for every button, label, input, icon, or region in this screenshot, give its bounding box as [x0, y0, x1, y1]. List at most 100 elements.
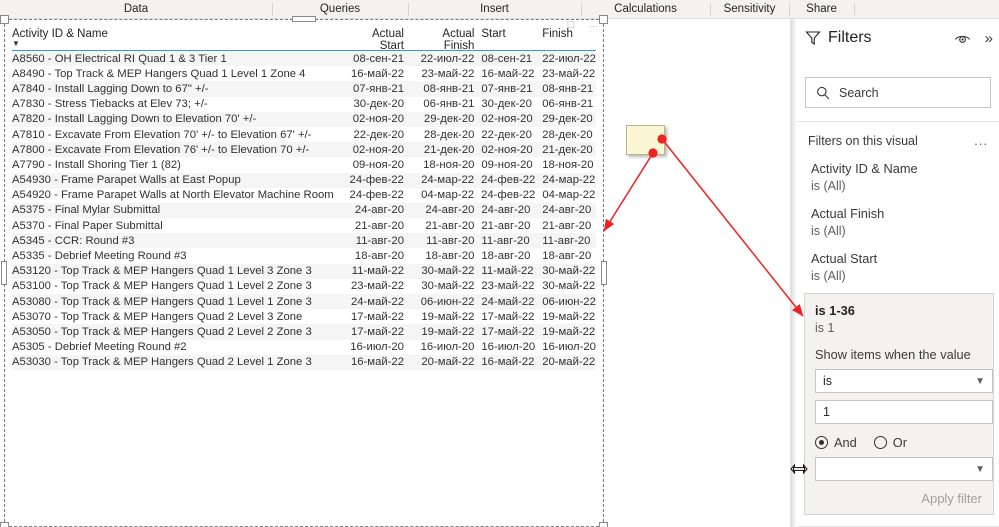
filter-card-subtitle: is 1 — [815, 321, 835, 335]
report-canvas[interactable]: ☐ ··· Activity ID & Name ▼ Actual Start … — [0, 15, 790, 527]
table-row[interactable]: A53030 - Top Track & MEP Hangers Quad 2 … — [12, 354, 596, 370]
cell-finish: 06-июн-22 — [542, 295, 596, 308]
cell-actual-start: 09-ноя-20 — [352, 158, 404, 171]
section-more-icon[interactable]: ... — [974, 133, 988, 148]
apply-filter-button[interactable]: Apply filter — [815, 491, 984, 506]
resize-handle-top-left[interactable] — [0, 15, 9, 24]
cell-actual-start: 21-авг-20 — [354, 219, 404, 232]
filter-card-title: Actual Start — [811, 251, 878, 266]
cell-start: 24-фев-22 — [481, 174, 536, 187]
sort-descending-icon[interactable]: ▼ — [12, 40, 20, 48]
table-row[interactable]: A5335 - Debrief Meeting Round #3 18-авг-2… — [12, 248, 596, 263]
table-visual[interactable]: ☐ ··· Activity ID & Name ▼ Actual Start … — [0, 15, 608, 527]
cell-actual-start: 22-дек-20 — [353, 128, 404, 141]
cell-start: 16-май-22 — [481, 356, 535, 369]
column-header-activity-id-name[interactable]: Activity ID & Name ▼ — [12, 27, 350, 48]
ribbon-tab-sensitivity[interactable]: Sensitivity — [710, 0, 789, 19]
column-header-actual-start[interactable]: Actual Start — [350, 27, 404, 52]
cell-actual-finish: 06-июн-22 — [420, 295, 475, 308]
filter-value-text: 1 — [823, 405, 830, 419]
cell-actual-start: 18-авг-20 — [354, 250, 404, 263]
cell-start: 11-май-22 — [481, 265, 534, 278]
cell-start: 08-сен-21 — [481, 52, 533, 65]
resize-handle-top-right[interactable] — [599, 15, 608, 24]
eye-icon[interactable] — [954, 32, 971, 45]
double-chevron-right-icon[interactable]: » — [985, 31, 993, 46]
cell-start: 02-ноя-20 — [481, 143, 533, 156]
horizontal-resize-cursor[interactable] — [790, 462, 808, 476]
table-row[interactable]: A8490 - Top Track & MEP Hangers Quad 1 L… — [12, 66, 596, 81]
cell-finish: 24-авг-20 — [542, 204, 592, 217]
table-row[interactable]: A53100 - Top Track & MEP Hangers Quad 1 … — [12, 279, 596, 294]
ribbon-tab-insert[interactable]: Insert — [408, 0, 581, 19]
cell-finish: 11-авг-20 — [542, 234, 591, 247]
cell-actual-finish: 18-ноя-20 — [423, 158, 475, 171]
column-header-finish[interactable]: Finish — [542, 27, 596, 40]
table-row[interactable]: A5305 - Debrief Meeting Round #2 16-июл-2… — [12, 340, 596, 355]
filter-value-input[interactable]: 1 — [815, 400, 993, 424]
cell-actual-start: 07-янв-21 — [352, 82, 404, 95]
radio-or[interactable] — [873, 436, 887, 449]
filter-card-subtitle: is (All) — [811, 224, 846, 238]
table-row[interactable]: A54930 - Frame Parapet Walls at East Pop… — [12, 172, 596, 188]
radio-and[interactable] — [815, 436, 828, 449]
resize-handle-middle-left[interactable] — [1, 261, 7, 285]
filter-card-title: Actual Finish — [811, 206, 885, 221]
ribbon-tab-data[interactable]: Data — [0, 0, 272, 19]
table-row[interactable]: A7830 - Stress Tiebacks at Elev 73; +/- 3… — [12, 97, 596, 112]
column-header-start[interactable]: Start — [481, 27, 535, 40]
filter-card[interactable]: Activity ID & Name is (All) — [811, 161, 990, 193]
cell-actual-finish: 16-июл-20 — [420, 341, 475, 354]
cell-finish: 16-июл-20 — [542, 341, 596, 354]
cell-activity-id-name: A5335 - Debrief Meeting Round #3 — [12, 250, 187, 263]
filter-second-operator-select[interactable]: ▼ — [815, 457, 993, 481]
filters-search-box[interactable]: Search — [805, 77, 991, 108]
cell-start: 24-май-22 — [481, 295, 535, 308]
cell-finish: 19-май-22 — [542, 310, 596, 323]
table-row[interactable]: A53050 - Top Track & MEP Hangers Quad 2 … — [12, 324, 596, 340]
ribbon-tab-share[interactable]: Share — [789, 0, 854, 19]
cell-finish: 04-мар-22 — [542, 189, 596, 202]
cell-activity-id-name: A5305 - Debrief Meeting Round #2 — [12, 341, 187, 354]
table-row[interactable]: A7790 - Install Shoring Tier 1 (82) 09-но… — [12, 157, 596, 172]
resize-handle-middle-right[interactable] — [601, 261, 607, 285]
cell-activity-id-name: A53120 - Top Track & MEP Hangers Quad 1 … — [12, 265, 312, 278]
filter-card-title: is 1-36 — [815, 303, 855, 318]
table-row[interactable]: A53070 - Top Track & MEP Hangers Quad 2 … — [12, 309, 596, 324]
cell-actual-finish: 08-янв-21 — [423, 82, 475, 95]
cell-activity-id-name: A53050 - Top Track & MEP Hangers Quad 2 … — [12, 325, 312, 338]
cell-finish: 22-июл-22 — [542, 52, 596, 65]
cell-finish: 21-авг-20 — [542, 219, 592, 232]
resize-handle-bottom-left[interactable] — [0, 522, 9, 527]
column-header-actual-finish[interactable]: Actual Finish — [411, 27, 474, 52]
filter-operator-value: is — [823, 374, 833, 388]
filter-card-active[interactable]: is 1-36 is 1 Show items when the value i… — [804, 293, 994, 515]
table-row[interactable]: A53080 - Top Track & MEP Hangers Quad 1 … — [12, 294, 596, 310]
cell-actual-start: 11-май-22 — [351, 265, 404, 278]
filter-operator-select[interactable]: is ▼ — [815, 369, 993, 393]
table-row[interactable]: A8560 - OH Electrical RI Quad 1 & 3 Tier… — [12, 51, 596, 67]
cell-activity-id-name: A7820 - Install Lagging Down to Elevatio… — [12, 113, 257, 126]
filter-card[interactable]: Actual Start is (All) — [811, 251, 990, 283]
cell-activity-id-name: A7800 - Excavate From Elevation 76' +/- … — [12, 143, 310, 156]
table-row[interactable]: A5345 - CCR: Round #3 11-авг-20 11-авг-20 1… — [12, 233, 596, 249]
table-row[interactable]: A7820 - Install Lagging Down to Elevatio… — [12, 111, 596, 127]
cell-actual-finish: 23-май-22 — [421, 67, 475, 80]
filter-card-subtitle: is (All) — [811, 269, 846, 283]
filter-card[interactable]: Actual Finish is (All) — [811, 206, 990, 238]
cell-actual-finish: 30-май-22 — [421, 280, 475, 293]
table-row[interactable]: A5370 - Final Paper Submittal 21-авг-20 21… — [12, 218, 596, 233]
resize-handle-bottom-right[interactable] — [599, 522, 608, 527]
table-row[interactable]: A7800 - Excavate From Elevation 76' +/- … — [12, 142, 596, 158]
resize-handle-top-center[interactable] — [292, 16, 316, 22]
chevron-down-icon: ▼ — [975, 375, 985, 387]
table-row[interactable]: A53120 - Top Track & MEP Hangers Quad 1 … — [12, 263, 596, 279]
radio-and-label: And — [834, 435, 857, 450]
table-row[interactable]: A7840 - Install Lagging Down to 67" +/- 0… — [12, 81, 596, 97]
annotation-sticky-note[interactable] — [626, 125, 665, 155]
filters-on-this-visual-header: Filters on this visual ... — [808, 133, 988, 148]
table-row[interactable]: A54920 - Frame Parapet Walls at North El… — [12, 188, 596, 203]
table-row[interactable]: A5375 - Final Mylar Submittal 24-авг-20 24… — [12, 202, 596, 219]
table-row[interactable]: A7810 - Excavate From Elevation 70' +/- … — [12, 127, 596, 142]
column-header-label: Activity ID & Name — [12, 28, 108, 40]
